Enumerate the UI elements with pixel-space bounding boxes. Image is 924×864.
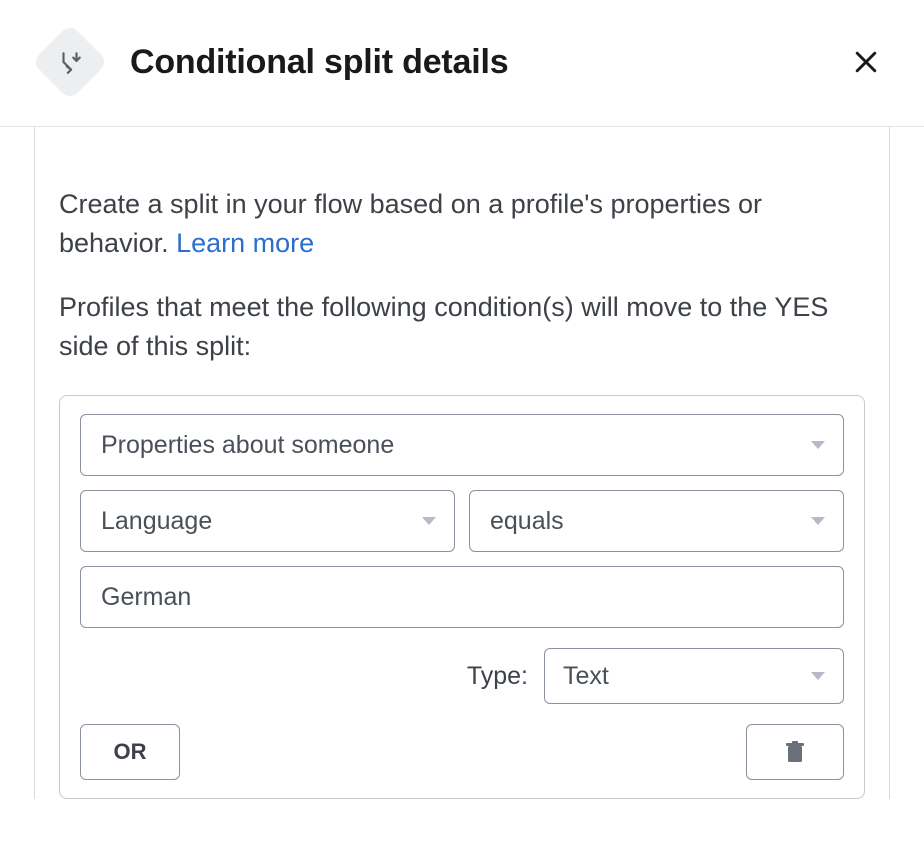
value-input-text: German [101, 583, 191, 612]
close-icon [851, 47, 881, 77]
operator-select-value: equals [490, 507, 564, 536]
chevron-down-icon [422, 517, 436, 525]
conditional-split-panel: Conditional split details Create a split… [0, 0, 924, 799]
header-icon-container [36, 28, 104, 96]
type-label: Type: [467, 662, 528, 691]
intro-copy: Create a split in your flow based on a p… [59, 189, 762, 258]
property-select-value: Language [101, 507, 212, 536]
or-button[interactable]: OR [80, 724, 180, 780]
panel-body: Create a split in your flow based on a p… [0, 127, 924, 799]
chevron-down-icon [811, 441, 825, 449]
operator-select[interactable]: equals [469, 490, 844, 552]
type-select[interactable]: Text [544, 648, 844, 704]
value-input[interactable]: German [80, 566, 844, 628]
panel-header: Conditional split details [0, 0, 924, 127]
panel-title: Conditional split details [130, 43, 844, 82]
split-icon [32, 24, 108, 100]
chevron-down-icon [811, 672, 825, 680]
category-select-value: Properties about someone [101, 431, 394, 460]
type-select-value: Text [563, 662, 609, 691]
condition-group: Properties about someone Language equals [59, 395, 865, 799]
property-select[interactable]: Language [80, 490, 455, 552]
category-select[interactable]: Properties about someone [80, 414, 844, 476]
intro-text: Create a split in your flow based on a p… [59, 185, 865, 262]
trash-icon [785, 741, 805, 763]
chevron-down-icon [811, 517, 825, 525]
close-button[interactable] [844, 40, 888, 84]
type-row: Type: Text [80, 648, 844, 704]
condition-subhead: Profiles that meet the following conditi… [59, 288, 865, 365]
delete-condition-button[interactable] [746, 724, 844, 780]
learn-more-link[interactable]: Learn more [176, 228, 314, 258]
condition-actions: OR [80, 724, 844, 780]
